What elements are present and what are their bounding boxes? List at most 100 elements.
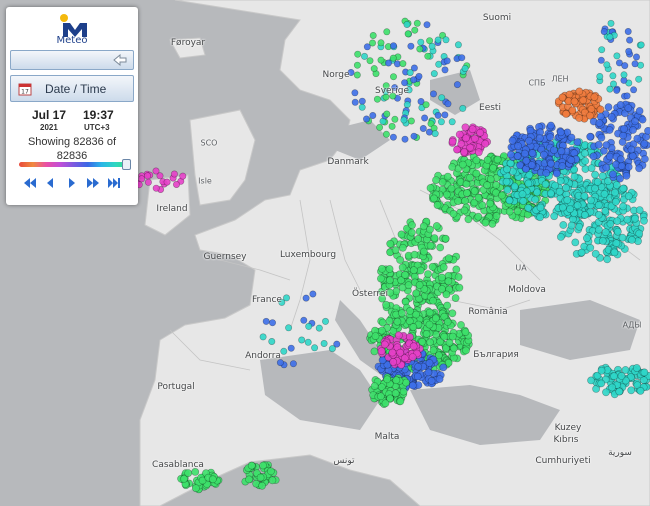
lightning-marker xyxy=(369,112,377,120)
lightning-marker xyxy=(369,31,377,39)
time-slider-handle[interactable] xyxy=(122,159,131,170)
lightning-marker xyxy=(388,348,397,357)
lightning-marker xyxy=(610,372,618,381)
lightning-marker xyxy=(268,476,277,485)
lightning-marker xyxy=(351,89,359,97)
showing-line-2: 82836 xyxy=(56,150,88,162)
lightning-marker xyxy=(328,345,336,353)
lightning-marker xyxy=(606,219,615,228)
lightning-marker xyxy=(558,203,567,212)
lightning-marker xyxy=(638,115,647,124)
lightning-marker xyxy=(442,290,451,299)
datetime-button[interactable]: 17 Date / Time xyxy=(10,75,134,102)
fast-forward-button[interactable] xyxy=(83,175,103,191)
back-button[interactable] xyxy=(10,50,134,70)
lightning-marker xyxy=(268,319,276,327)
play-button[interactable] xyxy=(62,175,82,191)
lightning-marker xyxy=(562,110,570,118)
lightning-marker xyxy=(521,149,529,158)
lightning-marker xyxy=(406,69,414,77)
lightning-marker xyxy=(605,126,614,134)
lightning-marker xyxy=(601,228,610,237)
lightning-marker xyxy=(622,171,631,180)
skip-back-button[interactable] xyxy=(20,175,40,191)
lightning-marker xyxy=(414,234,423,243)
lightning-marker xyxy=(432,176,440,184)
lightning-marker xyxy=(613,86,621,94)
lightning-marker xyxy=(385,276,394,285)
lightning-marker xyxy=(439,363,448,372)
lightning-marker xyxy=(597,379,606,388)
lightning-marker xyxy=(449,344,458,353)
lightning-marker xyxy=(604,103,613,111)
lightning-marker xyxy=(389,73,397,81)
lightning-marker xyxy=(401,270,409,279)
step-back-button[interactable] xyxy=(41,175,61,191)
lightning-marker xyxy=(321,317,329,325)
lightning-marker xyxy=(443,301,452,310)
lightning-marker xyxy=(624,104,633,112)
skip-forward-button[interactable] xyxy=(104,175,124,191)
lightning-marker xyxy=(448,118,456,126)
time-slider-track[interactable] xyxy=(19,162,129,167)
lightning-marker xyxy=(524,203,533,212)
lightning-marker xyxy=(452,265,461,274)
lightning-marker xyxy=(411,26,419,34)
step-back-icon xyxy=(47,178,53,188)
lightning-marker xyxy=(625,47,633,55)
lightning-marker xyxy=(546,133,554,141)
date-value: Jul 17 xyxy=(32,108,67,122)
lightning-marker xyxy=(597,366,606,375)
lightning-marker xyxy=(409,323,418,331)
lightning-marker xyxy=(602,388,610,397)
lightning-marker xyxy=(581,210,589,219)
lightning-marker xyxy=(370,65,378,73)
lightning-marker xyxy=(434,36,442,44)
lightning-marker xyxy=(609,170,617,179)
lightning-marker xyxy=(443,57,451,65)
lightning-marker xyxy=(444,100,452,108)
lightning-marker xyxy=(259,333,267,341)
lightning-marker xyxy=(635,75,643,83)
lightning-marker xyxy=(439,263,448,272)
lightning-marker xyxy=(602,163,611,172)
lightning-marker xyxy=(503,185,512,194)
lightning-marker xyxy=(391,115,399,123)
lightning-marker xyxy=(377,39,385,47)
time-value: 19:37 xyxy=(83,108,114,122)
lightning-marker xyxy=(508,136,517,145)
lightning-marker xyxy=(152,184,160,192)
lightning-marker xyxy=(633,134,642,143)
lightning-marker xyxy=(563,196,572,204)
lightning-marker xyxy=(597,133,606,142)
lightning-marker xyxy=(594,210,603,219)
lightning-marker xyxy=(408,221,416,230)
lightning-marker xyxy=(580,192,589,200)
lightning-marker xyxy=(474,212,483,221)
lightning-marker xyxy=(536,213,544,222)
datetime-label: Date / Time xyxy=(45,82,107,96)
lightning-marker xyxy=(409,342,418,351)
lightning-marker xyxy=(427,376,436,385)
lightning-marker xyxy=(391,389,400,398)
lightning-marker xyxy=(453,81,461,89)
lightning-marker xyxy=(464,215,473,224)
lightning-marker xyxy=(383,110,391,118)
lightning-marker xyxy=(262,317,270,325)
lightning-marker xyxy=(591,249,600,258)
lightning-marker xyxy=(404,281,413,290)
lightning-marker xyxy=(417,38,425,46)
lightning-marker xyxy=(138,175,146,183)
lightning-marker xyxy=(591,184,599,193)
lightning-marker xyxy=(608,383,616,392)
lightning-marker xyxy=(586,243,595,252)
lightning-marker xyxy=(462,346,470,355)
lightning-marker xyxy=(593,177,602,186)
lightning-marker xyxy=(567,221,576,230)
lightning-marker xyxy=(506,150,515,159)
lightning-marker xyxy=(481,139,490,148)
lightning-marker xyxy=(550,146,558,154)
lightning-marker xyxy=(399,60,407,68)
lightning-marker xyxy=(432,222,441,230)
play-icon xyxy=(69,178,75,188)
